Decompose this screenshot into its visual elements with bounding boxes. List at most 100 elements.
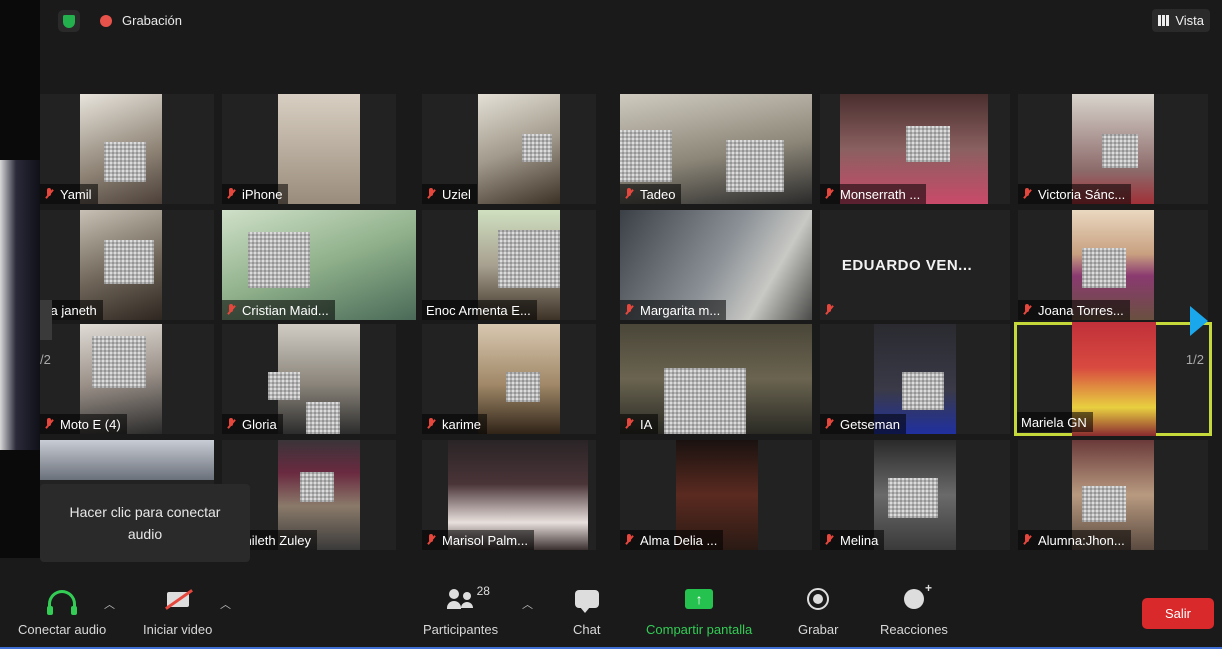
grid-view-icon	[1158, 15, 1171, 26]
participant-tile-active-speaker[interactable]: Mariela GN	[1014, 322, 1212, 436]
pixelated-face	[522, 134, 552, 162]
pixelated-face	[664, 368, 746, 434]
participant-tile[interactable]: Alumna:Jhon...	[1018, 440, 1208, 550]
record-icon	[807, 588, 830, 610]
participant-name-tag: Joana Torres...	[1018, 300, 1130, 320]
participant-name-tag: karime	[422, 414, 488, 434]
pixelated-face	[104, 240, 154, 284]
participant-tile[interactable]: karime	[422, 324, 596, 434]
record-label: Grabar	[798, 622, 839, 637]
next-page-arrow-icon[interactable]	[1190, 306, 1208, 336]
participant-tile[interactable]: sa janeth	[40, 210, 214, 320]
participant-name-tag: Yamil	[40, 184, 98, 204]
participant-name-display: EDUARDO VEN...	[841, 256, 973, 274]
video-options-caret-icon[interactable]: ︿	[220, 596, 231, 612]
participant-tile[interactable]: Melina	[820, 440, 1010, 550]
headphones-icon	[47, 589, 78, 615]
leave-meeting-button[interactable]: Salir	[1142, 598, 1214, 629]
pixelated-face	[906, 126, 950, 162]
pixelated-face	[902, 372, 944, 410]
participant-tile[interactable]: Cristian Maid...	[222, 210, 416, 320]
participants-count: 28	[476, 584, 490, 598]
chat-label: Chat	[573, 622, 601, 637]
pixelated-face	[306, 402, 340, 434]
participant-tile[interactable]: Tadeo	[620, 94, 812, 204]
pixelated-face	[1102, 134, 1138, 168]
share-screen-label: Compartir pantalla	[646, 622, 753, 637]
view-label: Vista	[1175, 13, 1204, 28]
participant-name-tag: iPhone	[222, 184, 289, 204]
participant-tile[interactable]: Getseman	[820, 324, 1010, 434]
chat-icon	[574, 590, 599, 613]
participants-icon	[446, 589, 475, 609]
participant-tile[interactable]: Yamil	[40, 94, 214, 204]
reactions-button[interactable]: Reacciones	[880, 581, 948, 637]
participant-name-tag: IA	[620, 414, 659, 434]
pixelated-face	[726, 140, 784, 192]
muted-mic-icon	[624, 418, 634, 430]
self-video	[0, 160, 40, 450]
participant-name-tag: Monserrath ...	[820, 184, 927, 204]
view-button[interactable]: Vista	[1152, 9, 1210, 32]
participant-name-tag: Getseman	[820, 414, 906, 434]
pixelated-face	[1082, 486, 1126, 522]
muted-mic-icon	[1022, 188, 1032, 200]
participant-name-tag: Gloria	[222, 414, 283, 434]
record-button[interactable]: Grabar	[798, 586, 838, 637]
top-bar: Grabación Vista	[40, 0, 1222, 42]
participant-tile[interactable]: Uziel	[422, 94, 596, 204]
participant-tile[interactable]: Alma Delia ...	[620, 440, 812, 550]
pixelated-face	[506, 372, 540, 402]
share-screen-button[interactable]: ↑ Compartir pantalla	[646, 586, 752, 637]
zoom-meeting-window: Grabación Vista Yamil iPhone Uziel Tadeo	[0, 0, 1222, 649]
start-video-button[interactable]: Iniciar video	[143, 586, 212, 637]
participant-name-tag: Alumna:Jhon...	[1018, 530, 1131, 550]
participant-tile[interactable]: IA	[620, 324, 812, 434]
participant-tile[interactable]: Monserrath ...	[820, 94, 1010, 204]
participant-tile[interactable]: iPhone	[222, 94, 396, 204]
reactions-icon	[903, 581, 932, 609]
participant-name-tag: Uziel	[422, 184, 477, 204]
self-view-strip	[0, 0, 40, 558]
participant-name-tag: Moto E (4)	[40, 414, 127, 434]
chat-button[interactable]: Chat	[573, 586, 600, 637]
pixelated-face	[498, 230, 560, 288]
connect-audio-tooltip[interactable]: Hacer clic para conectar audio	[40, 484, 250, 562]
connect-audio-button[interactable]: Conectar audio	[18, 586, 106, 637]
muted-mic-icon	[44, 188, 54, 200]
participant-name-tag: Mariela GN	[1017, 412, 1093, 432]
connect-audio-label: Conectar audio	[18, 622, 107, 637]
participant-tile[interactable]: Moto E (4)	[40, 324, 214, 434]
participant-tile[interactable]: Enoc Armenta E...	[422, 210, 596, 320]
participant-name-tag: Alma Delia ...	[620, 530, 724, 550]
pixelated-face	[300, 472, 334, 502]
meeting-toolbar: Conectar audio ︿ Iniciar video ︿ 28 Part…	[0, 568, 1222, 649]
participant-video	[40, 440, 214, 480]
participant-name-tag: Marisol Palm...	[422, 530, 534, 550]
muted-mic-icon	[1022, 304, 1032, 316]
participants-options-caret-icon[interactable]: ︿	[522, 596, 533, 612]
participant-tile[interactable]: EDUARDO VEN...	[820, 210, 1010, 320]
muted-mic-icon	[824, 534, 834, 546]
security-shield-icon[interactable]	[58, 10, 80, 32]
participant-name-tag: Margarita m...	[620, 300, 727, 320]
participant-name-tag: Enoc Armenta E...	[422, 300, 537, 320]
recording-indicator-icon	[100, 15, 112, 27]
participant-name-tag	[820, 300, 846, 320]
participants-button[interactable]: 28 Participantes	[423, 584, 498, 637]
muted-mic-icon	[624, 188, 634, 200]
tooltip-text: Hacer clic para conectar audio	[69, 504, 221, 542]
participant-tile[interactable]: Joana Torres...	[1018, 210, 1208, 320]
participant-video	[278, 94, 360, 204]
pixelated-face	[268, 372, 300, 400]
participant-tile[interactable]: Marisol Palm...	[422, 440, 596, 550]
muted-mic-icon	[624, 534, 634, 546]
audio-options-caret-icon[interactable]: ︿	[104, 596, 115, 612]
participant-name-tag: Tadeo	[620, 184, 682, 204]
previous-page-arrow-icon[interactable]	[40, 300, 52, 340]
participant-tile[interactable]: Gloria	[222, 324, 396, 434]
participant-tile[interactable]: Margarita m...	[620, 210, 812, 320]
participant-tile[interactable]: Victoria Sánc...	[1018, 94, 1208, 204]
participant-name-tag: Melina	[820, 530, 885, 550]
muted-mic-icon	[624, 304, 634, 316]
